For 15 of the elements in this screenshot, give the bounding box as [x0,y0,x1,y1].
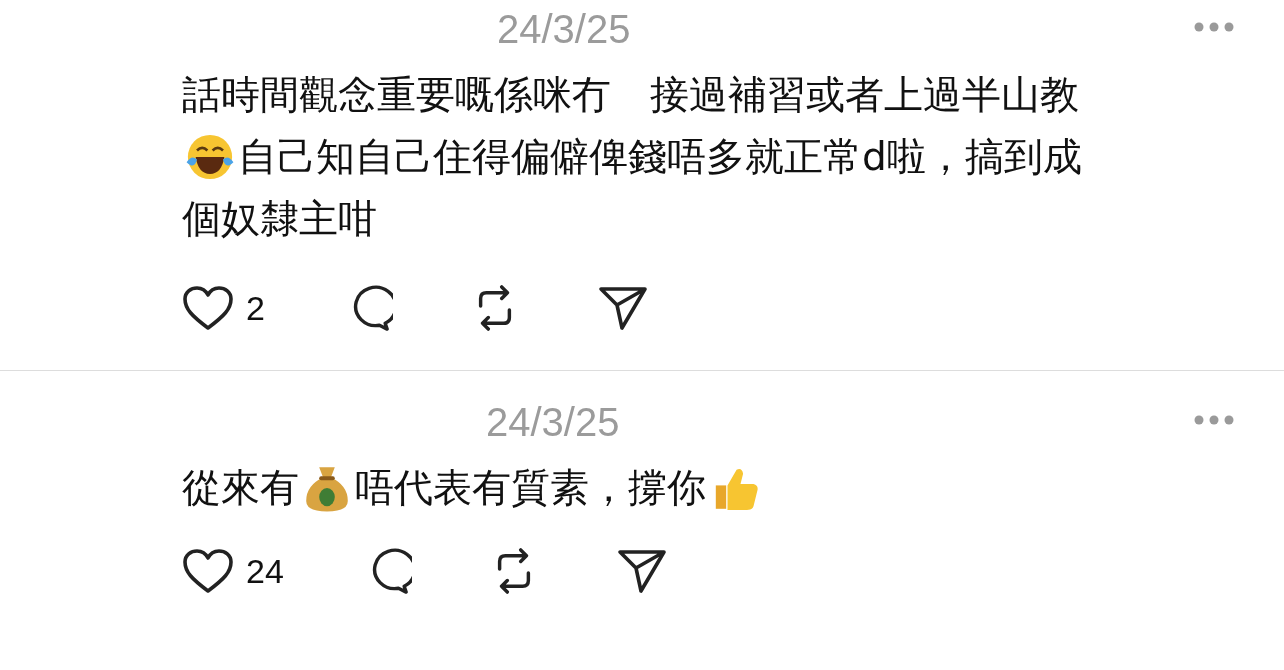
more-icon[interactable] [1194,415,1234,425]
send-icon[interactable] [596,285,649,331]
post-date: 24/3/25 [497,6,631,52]
post-text: 唔代表有質素，撐你 [355,464,706,512]
heart-icon[interactable] [182,548,234,594]
post-text: 自己知自己住得偏僻俾錢唔多就正常d啦，搞到成 [238,133,1082,181]
heart-icon[interactable] [182,285,234,331]
post-date: 24/3/25 [486,399,620,445]
more-icon[interactable] [1194,22,1234,32]
like-count: 2 [246,288,265,328]
post-text: 從來有 [182,464,299,512]
like-count: 24 [246,551,284,591]
post-text: 個奴隸主咁 [182,195,377,243]
post-text: 話時間觀念重要嘅係咪冇 接過補習或者上過半山教 [182,71,1079,119]
send-icon[interactable] [615,548,668,594]
